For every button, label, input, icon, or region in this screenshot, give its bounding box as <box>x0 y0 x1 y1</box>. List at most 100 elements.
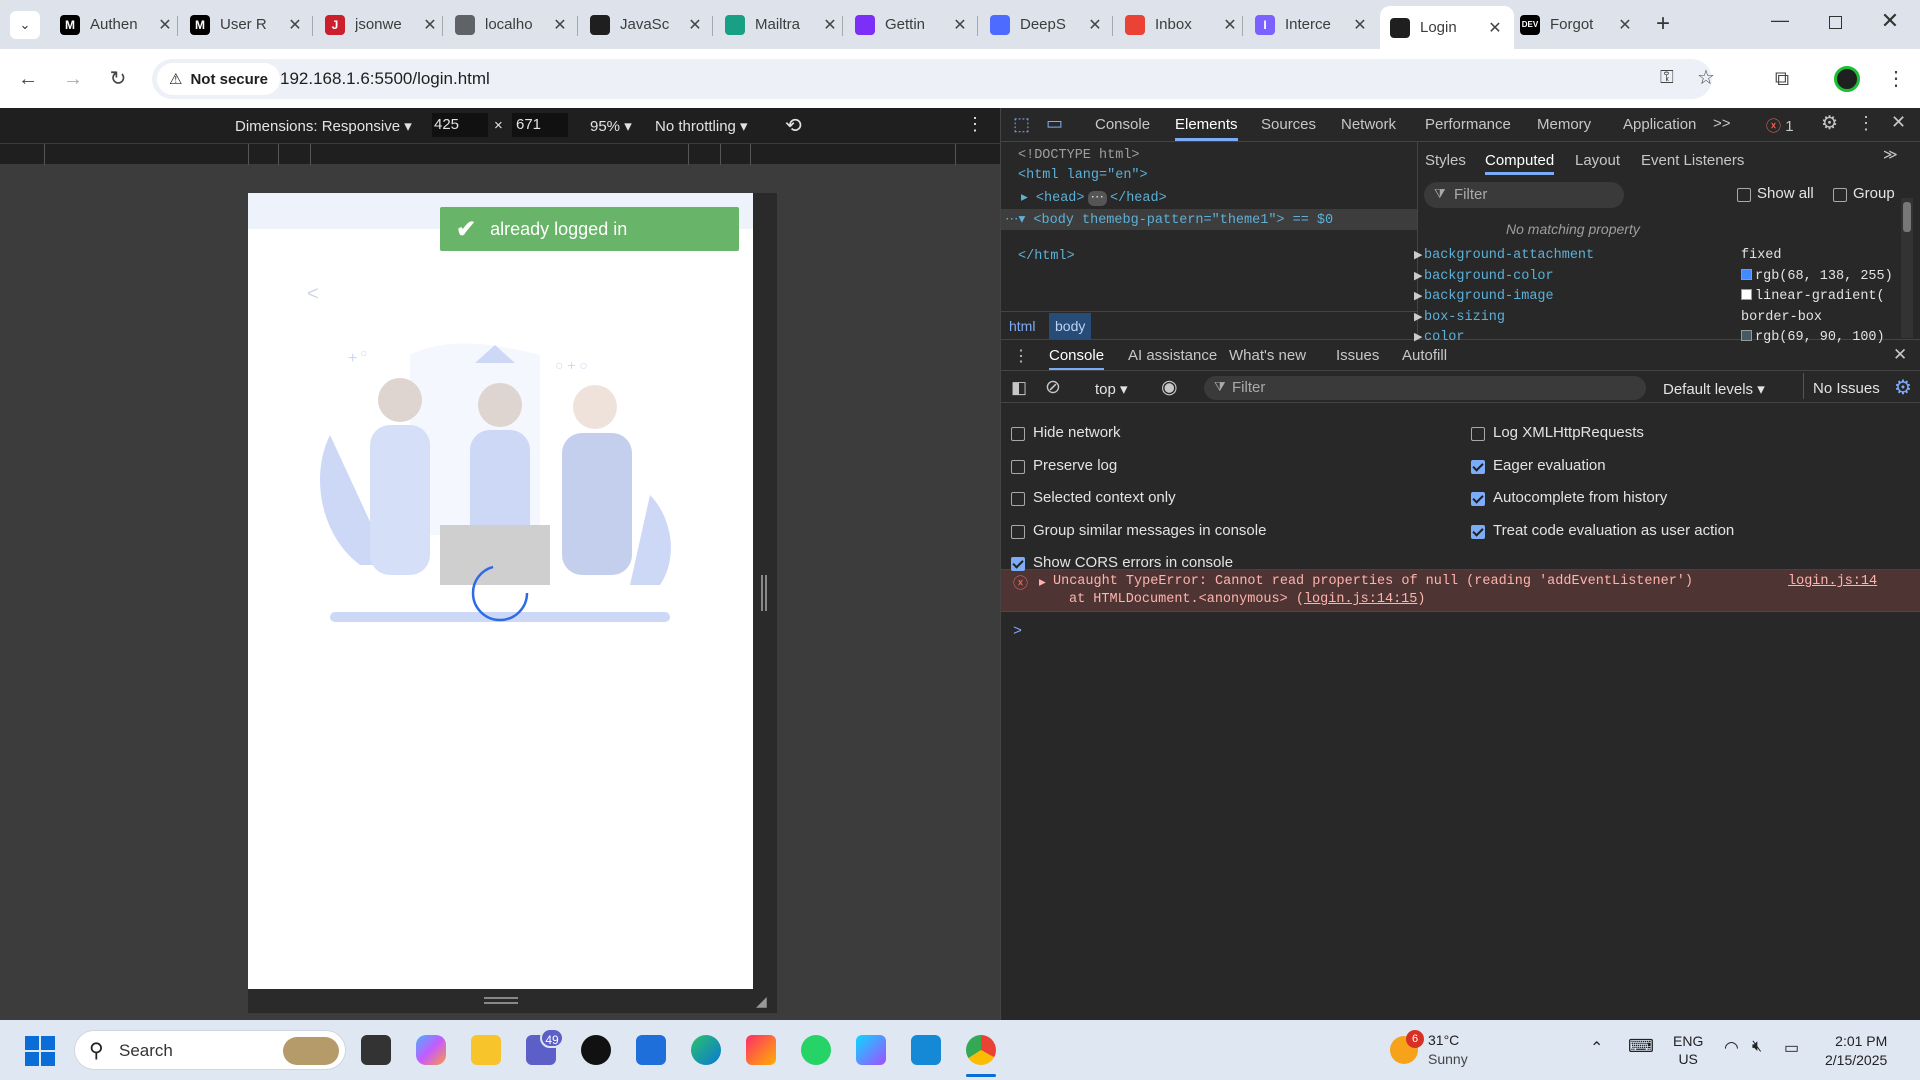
device-options-icon[interactable]: ⋮ <box>966 114 984 135</box>
minimize-button[interactable]: — <box>1765 10 1795 40</box>
tab-close-icon[interactable]: ✕ <box>821 15 839 35</box>
taskbar-search-box[interactable]: ⚲ Search <box>74 1030 346 1070</box>
styles-tab-styles[interactable]: Styles <box>1425 152 1466 169</box>
microsoft-store-icon[interactable] <box>636 1035 666 1065</box>
tab-close-icon[interactable]: ✕ <box>551 15 569 35</box>
devtools-tab-elements[interactable]: Elements <box>1175 116 1238 141</box>
devtools-tab-application[interactable]: Application <box>1623 116 1696 133</box>
checkbox-group-similar-messages-in-console[interactable] <box>1011 524 1025 539</box>
computed-property[interactable]: color <box>1424 330 1465 345</box>
show-hidden-icons[interactable]: ⌃ <box>1590 1038 1603 1058</box>
tab-close-icon[interactable]: ✕ <box>421 15 439 35</box>
profile-avatar[interactable] <box>1834 66 1860 92</box>
tab-close-icon[interactable]: ✕ <box>1221 15 1239 35</box>
show-all-checkbox[interactable] <box>1737 188 1751 202</box>
tab-close-icon[interactable]: ✕ <box>1086 15 1104 35</box>
bookmark-star-icon[interactable]: ☆ <box>1697 65 1715 90</box>
devtools-tab-console[interactable]: Console <box>1095 116 1150 133</box>
checkbox-hide-network[interactable] <box>1011 427 1025 441</box>
drawer-tab-autofill[interactable]: Autofill <box>1402 347 1447 364</box>
tab-search-button[interactable]: ⌄ <box>10 11 40 39</box>
drawer-tab-issues[interactable]: Issues <box>1336 347 1379 364</box>
checkbox-treat-code-evaluation-as-user-action[interactable] <box>1471 524 1485 539</box>
chrome-icon[interactable] <box>966 1035 996 1065</box>
expand-property-icon[interactable]: ▶ <box>1414 248 1422 261</box>
default-levels-dropdown[interactable]: Default levels ▾ <box>1663 380 1765 398</box>
webstorm-icon[interactable] <box>856 1035 886 1065</box>
console-error-row[interactable]: ⓧ ▸ Uncaught TypeError: Cannot read prop… <box>1001 570 1920 612</box>
inspect-element-icon[interactable]: ⬚ <box>1013 114 1030 135</box>
tab-userr[interactable]: M User R ✕ <box>180 6 314 43</box>
console-settings-gear-icon[interactable]: ⚙ <box>1894 375 1912 400</box>
not-secure-chip[interactable]: ⚠ Not secure <box>157 63 280 95</box>
color-swatch[interactable] <box>1741 289 1752 300</box>
volume-muted-icon[interactable]: 🔇︎ <box>1752 1038 1762 1056</box>
styles-tab-event-listeners[interactable]: Event Listeners <box>1641 152 1744 169</box>
close-devtools-icon[interactable]: ✕ <box>1891 112 1906 133</box>
html-close-node[interactable]: </html> <box>1018 249 1075 264</box>
menu-kebab-icon[interactable]: ⋮ <box>1880 63 1912 95</box>
devtools-tab-network[interactable]: Network <box>1341 116 1396 133</box>
password-key-icon[interactable]: ⚿ <box>1660 67 1674 88</box>
tab-close-icon[interactable]: ✕ <box>286 15 304 35</box>
windows-start-icon[interactable] <box>25 1036 55 1066</box>
expand-property-icon[interactable]: ▶ <box>1414 269 1422 282</box>
file-explorer-icon[interactable] <box>471 1035 501 1065</box>
color-swatch[interactable] <box>1741 268 1752 280</box>
tab-mailtra[interactable]: Mailtra ✕ <box>715 6 849 43</box>
breadcrumb-body[interactable]: body <box>1049 313 1092 339</box>
computed-property[interactable]: box-sizing <box>1424 310 1505 325</box>
extensions-icon[interactable]: ⧉ <box>1766 63 1798 95</box>
settings-gear-icon[interactable]: ⚙ <box>1821 112 1838 135</box>
tab-close-icon[interactable]: ✕ <box>1351 15 1369 35</box>
throttling-dropdown[interactable]: No throttling ▾ <box>655 117 748 135</box>
battery-icon[interactable]: ▭ <box>1784 1038 1799 1058</box>
tab-forgot[interactable]: DEV Forgot ✕ <box>1510 6 1644 43</box>
copilot-icon[interactable] <box>416 1035 446 1065</box>
breadcrumb-html[interactable]: html <box>1009 318 1035 334</box>
devtools-tab-performance[interactable]: Performance <box>1425 116 1511 133</box>
computed-property[interactable]: background-image <box>1424 289 1554 304</box>
console-prompt[interactable]: > <box>1013 623 1022 640</box>
width-input[interactable]: 425 <box>432 113 488 137</box>
stack-link[interactable]: login.js:14:15 <box>1304 592 1417 607</box>
whatsapp-icon[interactable] <box>801 1035 831 1065</box>
computed-property[interactable]: background-attachment <box>1424 248 1594 263</box>
expand-property-icon[interactable]: ▶ <box>1414 310 1422 323</box>
height-input[interactable]: 671 <box>512 113 568 137</box>
language-indicator[interactable]: ENG US <box>1673 1032 1703 1068</box>
drawer-tab-console[interactable]: Console <box>1049 347 1105 370</box>
task-view-icon[interactable] <box>361 1035 391 1065</box>
checkbox-show-cors-errors-in-console[interactable] <box>1011 557 1025 571</box>
address-bar[interactable]: ⚠ Not secure 192.168.1.6:5500/login.html… <box>152 59 1715 99</box>
tab-close-icon[interactable]: ✕ <box>686 15 704 35</box>
devtools-menu-icon[interactable]: ⋮ <box>1857 113 1875 134</box>
sidebar-toggle-icon[interactable]: ◧ <box>1011 378 1027 398</box>
checkbox-autocomplete-from-history[interactable] <box>1471 492 1485 506</box>
devtools-tab-memory[interactable]: Memory <box>1537 116 1591 133</box>
tab-close-icon[interactable]: ✕ <box>1486 18 1504 38</box>
computed-filter-input[interactable]: ⧩ Filter <box>1424 182 1624 208</box>
device-toggle-icon[interactable]: ▭ <box>1046 113 1063 134</box>
clock[interactable]: 2:01 PM 2/15/2025 <box>1825 1032 1887 1070</box>
resize-handle-bottom[interactable]: ◢ <box>248 989 777 1013</box>
styles-tab-layout[interactable]: Layout <box>1575 152 1620 169</box>
checkbox-eager-evaluation[interactable] <box>1471 459 1485 474</box>
expand-error-icon[interactable]: ▸ <box>1039 574 1046 591</box>
live-expression-eye-icon[interactable]: ◉ <box>1161 376 1178 399</box>
tab-close-icon[interactable]: ✕ <box>156 15 174 35</box>
close-window-button[interactable]: ✕ <box>1875 8 1905 38</box>
back-arrow-icon[interactable]: < <box>307 283 319 306</box>
more-tabs-icon[interactable]: >> <box>1713 115 1731 132</box>
zoom-dropdown[interactable]: 95% ▾ <box>590 117 632 135</box>
tab-login[interactable]: Login ✕ <box>1380 6 1514 49</box>
doctype-node[interactable]: <!DOCTYPE html> <box>1018 148 1140 163</box>
tab-inbox[interactable]: Inbox ✕ <box>1115 6 1249 43</box>
resize-handle-right[interactable] <box>753 193 777 1013</box>
forward-icon[interactable]: → <box>57 63 89 95</box>
error-source-link[interactable]: login.js:14 <box>1788 574 1877 589</box>
tab-javasc[interactable]: JavaSc ✕ <box>580 6 714 43</box>
expand-property-icon[interactable]: ▶ <box>1414 289 1422 302</box>
close-drawer-icon[interactable]: ✕ <box>1893 345 1907 365</box>
drawer-tab-what-s-new[interactable]: What's new <box>1229 347 1306 364</box>
